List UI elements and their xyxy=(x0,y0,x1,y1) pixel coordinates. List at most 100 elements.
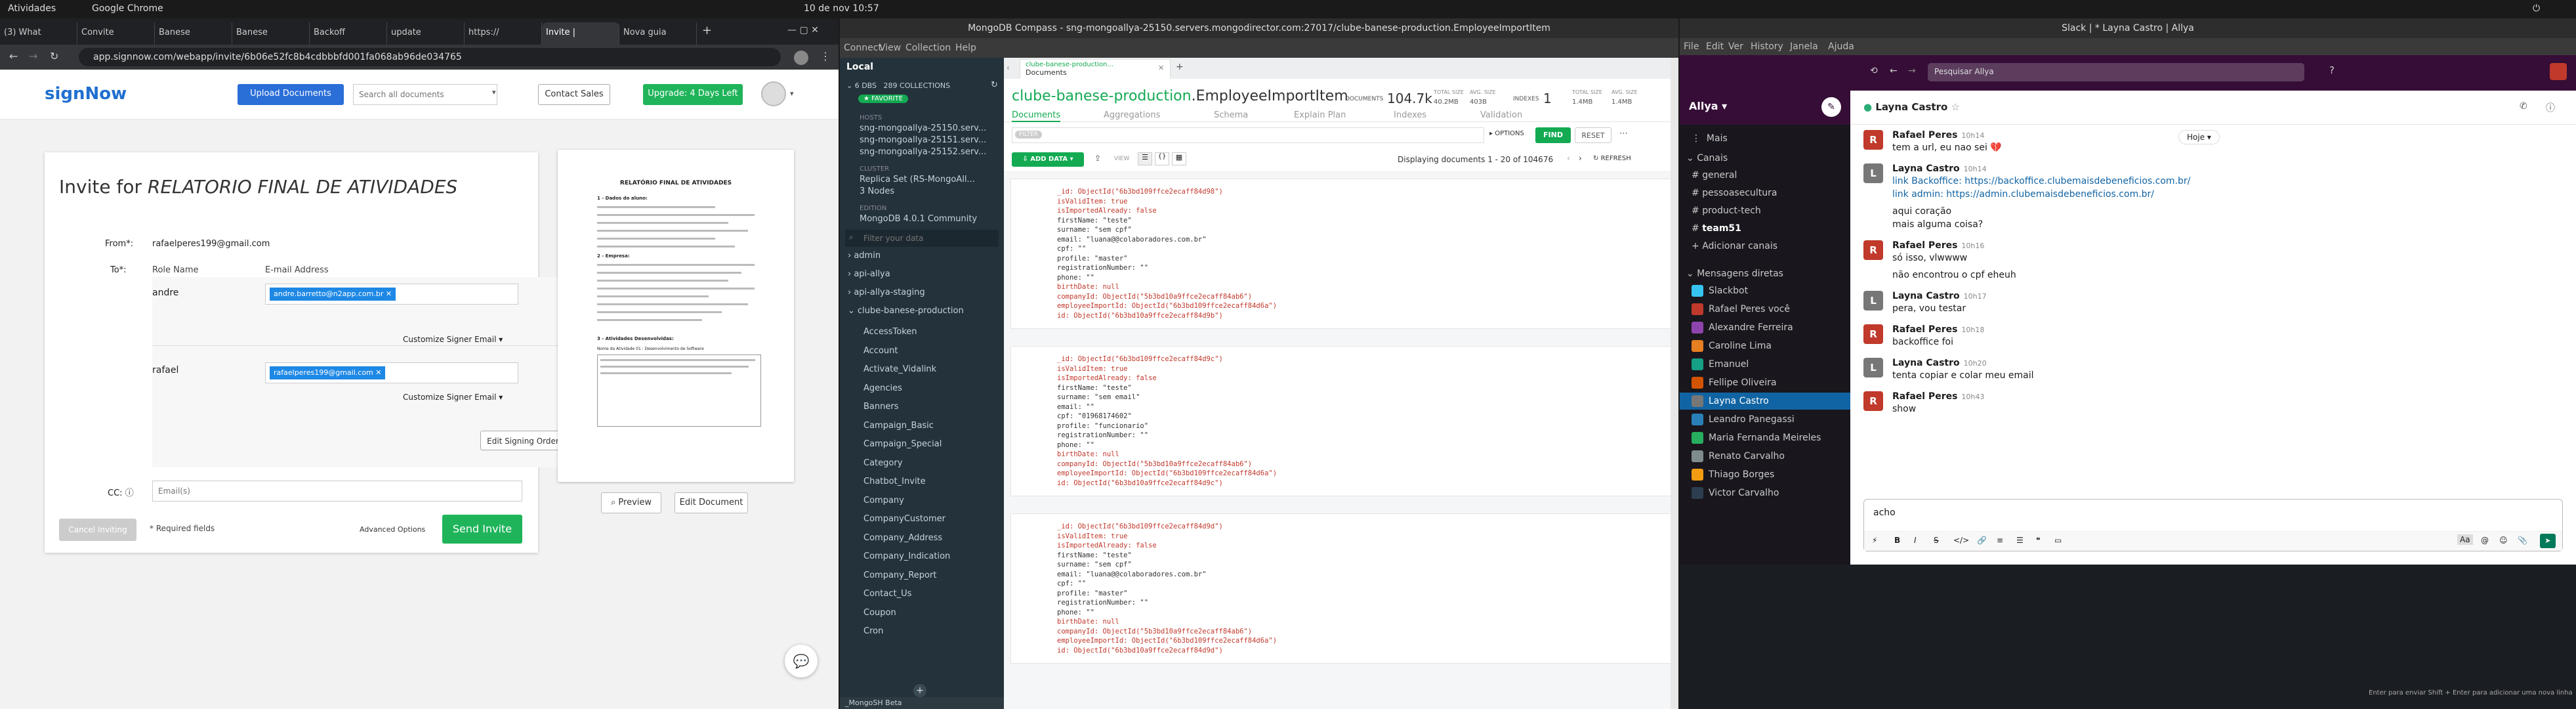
advanced-options-link[interactable]: Advanced Options xyxy=(360,525,425,534)
tab-validation[interactable]: Validation xyxy=(1480,110,1522,120)
collection-item[interactable]: Agencies xyxy=(863,383,902,393)
upload-documents-button[interactable]: Upload Documents xyxy=(238,84,344,105)
tab-explain-plan[interactable]: Explain Plan xyxy=(1294,110,1346,120)
remove-chip-icon[interactable]: ✕ xyxy=(386,290,392,298)
collection-item[interactable]: Campaign_Basic xyxy=(863,421,934,431)
menu-connect[interactable]: Connect xyxy=(844,43,882,53)
browser-tab[interactable]: Banese xyxy=(155,22,232,45)
upgrade-button[interactable]: Upgrade: 4 Days Left xyxy=(643,84,743,105)
chevron-left-icon[interactable]: ‹ xyxy=(1007,63,1010,72)
kebab-menu-icon[interactable]: ⋮ xyxy=(820,50,831,62)
send-invite-button[interactable]: Send Invite xyxy=(442,515,522,544)
customize-signer-email-link[interactable]: Customize Signer Email ▾ xyxy=(403,335,503,344)
strike-icon[interactable]: S xyxy=(1934,536,1939,545)
collection-item[interactable]: Category xyxy=(863,458,902,468)
add-database-icon[interactable]: + xyxy=(913,684,926,697)
collection-item[interactable]: Banners xyxy=(863,402,898,412)
collection-item[interactable]: Company xyxy=(863,496,904,505)
message-avatar[interactable]: R xyxy=(1863,324,1883,344)
compose-icon[interactable]: ✎ xyxy=(1821,97,1841,117)
url-field[interactable]: app.signnow.com/webapp/invite/6b06e52fc8… xyxy=(79,48,781,66)
refresh-button[interactable]: ↻ REFRESH xyxy=(1593,155,1631,162)
browser-tab[interactable]: (3) What xyxy=(0,22,77,45)
attach-icon[interactable]: 📎 xyxy=(2518,536,2527,545)
dm-header[interactable]: ⌄ Mensagens diretas xyxy=(1686,265,1783,282)
document-card[interactable]: _id: ObjectId("6b3bd109ffce2ecaff84d9c")… xyxy=(1010,346,1673,496)
message-author[interactable]: Rafael Peres xyxy=(1892,391,1957,402)
tab-indexes[interactable]: Indexes xyxy=(1394,110,1426,120)
message-avatar[interactable]: L xyxy=(1863,163,1883,183)
chevron-down-icon[interactable]: ▾ xyxy=(790,89,794,98)
active-app-label[interactable]: Google Chrome xyxy=(92,3,163,14)
tab-aggregations[interactable]: Aggregations xyxy=(1104,110,1160,120)
italic-icon[interactable]: I xyxy=(1914,536,1917,545)
cancel-inviting-button[interactable]: Cancel Inviting xyxy=(59,519,136,541)
collection-item[interactable]: Company_Report xyxy=(863,570,936,580)
database-item[interactable]: › admin xyxy=(848,251,881,261)
menu-window[interactable]: Janela xyxy=(1790,41,1818,52)
prev-page-icon[interactable]: ‹ xyxy=(1567,154,1570,163)
dm-item[interactable]: Caroline Lima xyxy=(1692,337,1772,354)
forward-icon[interactable]: → xyxy=(29,50,37,62)
dm-item[interactable]: Leandro Panegassi xyxy=(1692,411,1795,428)
collection-item[interactable]: Company_Address xyxy=(863,533,942,543)
dm-item[interactable]: Emanuel xyxy=(1692,356,1749,373)
message-time[interactable]: 10h18 xyxy=(1961,326,1984,334)
emoji-icon[interactable]: ☺ xyxy=(2499,536,2508,545)
namespace-db[interactable]: clube-banese-production xyxy=(1012,88,1192,104)
channels-header[interactable]: ⌄ Canais xyxy=(1686,150,1728,167)
bullet-list-icon[interactable]: ☰ xyxy=(2016,536,2024,545)
close-icon[interactable]: ✕ xyxy=(1158,64,1164,72)
message-time[interactable]: 10h20 xyxy=(1964,359,1987,368)
user-avatar[interactable] xyxy=(761,81,786,106)
refresh-icon[interactable]: ↻ xyxy=(991,80,998,90)
browser-tab[interactable]: Backoff xyxy=(310,22,387,45)
window-controls-icon[interactable]: — ▢ ✕ xyxy=(787,25,819,35)
document-card[interactable]: _id: ObjectId("6b3bd109ffce2ecaff84d9d")… xyxy=(1010,513,1673,664)
message-avatar[interactable]: R xyxy=(1863,130,1883,150)
user-avatar[interactable] xyxy=(2550,63,2567,80)
collection-item[interactable]: AccessToken xyxy=(863,327,917,337)
browser-tab[interactable]: Nova guia xyxy=(619,22,697,45)
more-options-icon[interactable]: ⋯ xyxy=(1619,129,1628,139)
bold-icon[interactable]: B xyxy=(1894,536,1900,545)
signer-email-field[interactable]: rafaelperes199@gmail.com ✕ xyxy=(265,362,518,383)
star-icon[interactable]: ☆ xyxy=(1951,101,1960,113)
contact-sales-button[interactable]: Contact Sales xyxy=(538,84,610,105)
browser-tab[interactable]: https:// xyxy=(465,22,542,45)
list-view-icon[interactable]: ☰ xyxy=(1138,152,1152,165)
reset-button[interactable]: RESET xyxy=(1575,127,1611,143)
activities-button[interactable]: Atividades xyxy=(8,3,56,14)
signnow-logo[interactable]: signNow xyxy=(45,84,127,104)
edit-document-button[interactable]: Edit Document xyxy=(675,492,748,513)
collection-item[interactable]: Company_Indication xyxy=(863,551,950,561)
message-author[interactable]: Layna Castro xyxy=(1892,358,1960,368)
dm-item[interactable]: Maria Fernanda Meireles xyxy=(1692,429,1821,446)
collection-tab[interactable]: clube-banese-production... Documents ✕ xyxy=(1020,59,1171,79)
email-chip[interactable]: andre.barretto@n2app.com.br ✕ xyxy=(270,288,396,301)
dm-item[interactable]: Renato Carvalho xyxy=(1692,448,1785,465)
channel-item[interactable]: + Adicionar canais xyxy=(1692,238,1777,255)
menu-edit[interactable]: Edit xyxy=(1706,41,1724,52)
channel-item[interactable]: # product-tech xyxy=(1692,202,1761,219)
chat-support-icon[interactable]: 💬 xyxy=(785,645,818,677)
scrollbar[interactable] xyxy=(1671,58,1678,709)
link-icon[interactable]: 🔗 xyxy=(1977,536,1987,545)
json-view-icon[interactable]: {} xyxy=(1155,152,1169,165)
channel-item[interactable]: # team51 xyxy=(1692,220,1741,237)
cc-email-input[interactable] xyxy=(152,481,522,502)
menu-help[interactable]: Ajuda xyxy=(1828,41,1854,52)
dm-item[interactable]: Rafael Peres você xyxy=(1692,301,1790,318)
reload-icon[interactable]: ↻ xyxy=(50,50,58,62)
tab-schema[interactable]: Schema xyxy=(1214,110,1248,120)
menu-collection[interactable]: Collection xyxy=(905,43,951,53)
browser-tab[interactable]: Banese xyxy=(232,22,310,45)
format-icon[interactable]: Aa xyxy=(2457,534,2473,545)
send-icon[interactable]: ➤ xyxy=(2540,534,2556,548)
clock[interactable]: 10 de nov 10:57 xyxy=(804,3,879,14)
collection-item[interactable]: Campaign_Special xyxy=(863,439,942,449)
mention-icon[interactable]: @ xyxy=(2481,536,2489,545)
collection-item[interactable]: Cron xyxy=(863,626,883,636)
back-icon[interactable]: ← xyxy=(1890,66,1898,76)
channel-title[interactable]: ● Layna Castro ☆ xyxy=(1863,101,1960,113)
